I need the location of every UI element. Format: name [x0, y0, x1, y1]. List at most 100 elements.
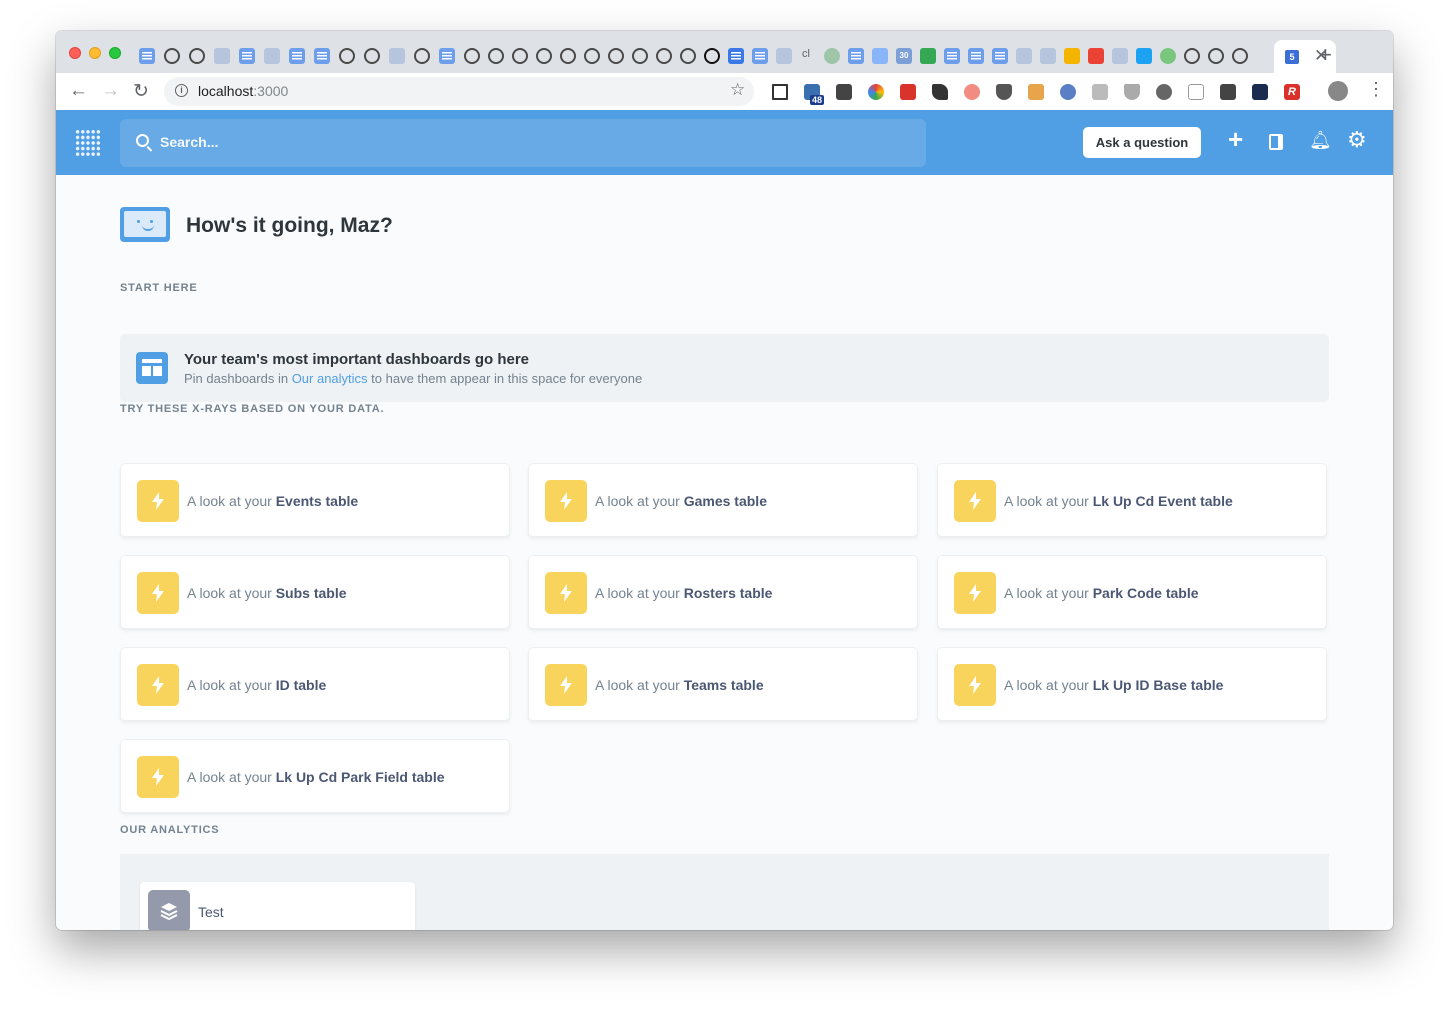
- xray-table-name: ID table: [275, 677, 327, 693]
- address-bar[interactable]: i localhost:3000 ☆: [164, 77, 754, 106]
- extension-icon[interactable]: [900, 84, 916, 100]
- pinned-tab-github[interactable]: [1232, 48, 1248, 64]
- drive-icon[interactable]: [1124, 84, 1140, 100]
- pinned-tab-calendar[interactable]: 30: [896, 48, 912, 64]
- xray-card-label: A look at your Lk Up Cd Event table: [1004, 493, 1233, 509]
- pinned-tab-github[interactable]: [632, 48, 648, 64]
- ublock-icon[interactable]: [996, 84, 1012, 100]
- greeting-title: How's it going, Maz?: [186, 214, 393, 237]
- pinned-tab-grid[interactable]: [264, 48, 280, 64]
- back-icon[interactable]: ←: [69, 80, 88, 102]
- pinned-tab-docs[interactable]: [314, 48, 330, 64]
- pinned-tab-grid[interactable]: [1040, 48, 1056, 64]
- pinned-tab-text[interactable]: cl: [802, 48, 810, 60]
- pinned-tab-github[interactable]: [189, 48, 205, 64]
- xray-card[interactable]: A look at your Lk Up Cd Park Field table: [120, 739, 510, 813]
- bug-icon[interactable]: [1156, 84, 1172, 100]
- pinned-tab-github[interactable]: [339, 48, 355, 64]
- extension-icon[interactable]: [1028, 84, 1044, 100]
- lightning-bolt-icon: [545, 572, 587, 614]
- pinned-tab-github[interactable]: [584, 48, 600, 64]
- pinned-tab-twitter[interactable]: [1136, 48, 1152, 64]
- our-analytics-link[interactable]: Our analytics: [292, 371, 368, 386]
- pinned-tab-docs[interactable]: [848, 48, 864, 64]
- xray-card[interactable]: A look at your Games table: [528, 463, 918, 537]
- pinned-tab-github[interactable]: [1184, 48, 1200, 64]
- color-picker-icon[interactable]: [868, 84, 884, 100]
- metabase-logo[interactable]: [75, 129, 101, 157]
- pinned-tab-docs[interactable]: [439, 48, 455, 64]
- pocket-icon[interactable]: [836, 84, 852, 100]
- maximize-window-button[interactable]: [109, 47, 121, 59]
- rocket-icon[interactable]: [932, 84, 948, 100]
- pinned-tab-docs[interactable]: [992, 48, 1008, 64]
- pinned-tab-github[interactable]: [488, 48, 504, 64]
- pinned-tab-github[interactable]: [680, 48, 696, 64]
- pinned-tab-docs[interactable]: [968, 48, 984, 64]
- pinned-tab-round[interactable]: [1160, 48, 1176, 64]
- pinned-tab-github[interactable]: [1208, 48, 1224, 64]
- globe-icon[interactable]: [1060, 84, 1076, 100]
- minimize-window-button[interactable]: [89, 47, 101, 59]
- blank-page-icon[interactable]: [1188, 84, 1204, 100]
- info-icon[interactable]: i: [175, 84, 188, 97]
- xray-card[interactable]: A look at your Teams table: [528, 647, 918, 721]
- extension-icon[interactable]: [1252, 84, 1268, 100]
- pinned-tab-github[interactable]: [364, 48, 380, 64]
- pinned-tab-docs[interactable]: [239, 48, 255, 64]
- pinned-tab-github[interactable]: [560, 48, 576, 64]
- pinned-tab-github[interactable]: [164, 48, 180, 64]
- pinned-tab-gmail[interactable]: [1088, 48, 1104, 64]
- pinned-tab-github[interactable]: [704, 48, 720, 64]
- screenshot-extension-icon[interactable]: [772, 84, 788, 100]
- bell-icon[interactable]: 🔔︎: [1309, 130, 1332, 151]
- xray-card-label: A look at your Lk Up Cd Park Field table: [187, 769, 445, 785]
- pinned-tab-drive[interactable]: [1064, 48, 1080, 64]
- pinned-tab-grid[interactable]: [1016, 48, 1032, 64]
- profile-avatar[interactable]: [1328, 81, 1348, 101]
- browse-data-icon[interactable]: [1269, 134, 1283, 150]
- pinned-tab-docs[interactable]: [752, 48, 768, 64]
- bookmark-star-icon[interactable]: ☆: [730, 80, 745, 100]
- pinned-tab-docs[interactable]: [289, 48, 305, 64]
- pinned-tab-grid[interactable]: [214, 48, 230, 64]
- browser-menu-icon[interactable]: ⋮: [1367, 79, 1385, 100]
- extension-icon[interactable]: [1220, 84, 1236, 100]
- forward-icon[interactable]: →: [101, 80, 120, 102]
- pinned-tab-grid[interactable]: [776, 48, 792, 64]
- pinned-tab-docs[interactable]: [728, 48, 744, 64]
- xray-card[interactable]: A look at your Rosters table: [528, 555, 918, 629]
- search-input[interactable]: Search...: [120, 119, 926, 167]
- r-extension-icon[interactable]: R: [1284, 84, 1300, 100]
- new-tab-button[interactable]: +: [1319, 42, 1332, 68]
- pinned-tab-github[interactable]: [656, 48, 672, 64]
- pinned-tab-github[interactable]: [512, 48, 528, 64]
- pinned-tab-grid[interactable]: [389, 48, 405, 64]
- pinned-tab-grid[interactable]: [1112, 48, 1128, 64]
- xray-card[interactable]: A look at your ID table: [120, 647, 510, 721]
- xray-card[interactable]: A look at your Subs table: [120, 555, 510, 629]
- xray-card[interactable]: A look at your Park Code table: [937, 555, 1327, 629]
- pinned-tab-docs[interactable]: [944, 48, 960, 64]
- xray-card[interactable]: A look at your Lk Up Cd Event table: [937, 463, 1327, 537]
- pinned-tab-sheets[interactable]: [920, 48, 936, 64]
- pinned-tab-check[interactable]: [824, 48, 840, 64]
- extension-icon[interactable]: [964, 84, 980, 100]
- ycombinator-icon[interactable]: [1092, 84, 1108, 100]
- collection-card[interactable]: Test: [140, 882, 415, 930]
- url-text[interactable]: localhost:3000: [198, 83, 288, 99]
- pinned-tab-grid[interactable]: [872, 48, 888, 64]
- app-header: Search... Ask a question + 🔔︎ ⚙: [56, 110, 1393, 175]
- close-window-button[interactable]: [69, 47, 81, 59]
- plus-icon[interactable]: +: [1228, 124, 1243, 155]
- pinned-tab-github[interactable]: [608, 48, 624, 64]
- gear-icon[interactable]: ⚙: [1347, 127, 1367, 153]
- pinned-tab-github[interactable]: [414, 48, 430, 64]
- pinned-tab-docs[interactable]: [139, 48, 155, 64]
- reload-icon[interactable]: ↻: [133, 80, 149, 103]
- ask-question-button[interactable]: Ask a question: [1083, 127, 1201, 158]
- pinned-tab-github[interactable]: [536, 48, 552, 64]
- xray-card[interactable]: A look at your Events table: [120, 463, 510, 537]
- xray-card[interactable]: A look at your Lk Up ID Base table: [937, 647, 1327, 721]
- pinned-tab-github[interactable]: [464, 48, 480, 64]
